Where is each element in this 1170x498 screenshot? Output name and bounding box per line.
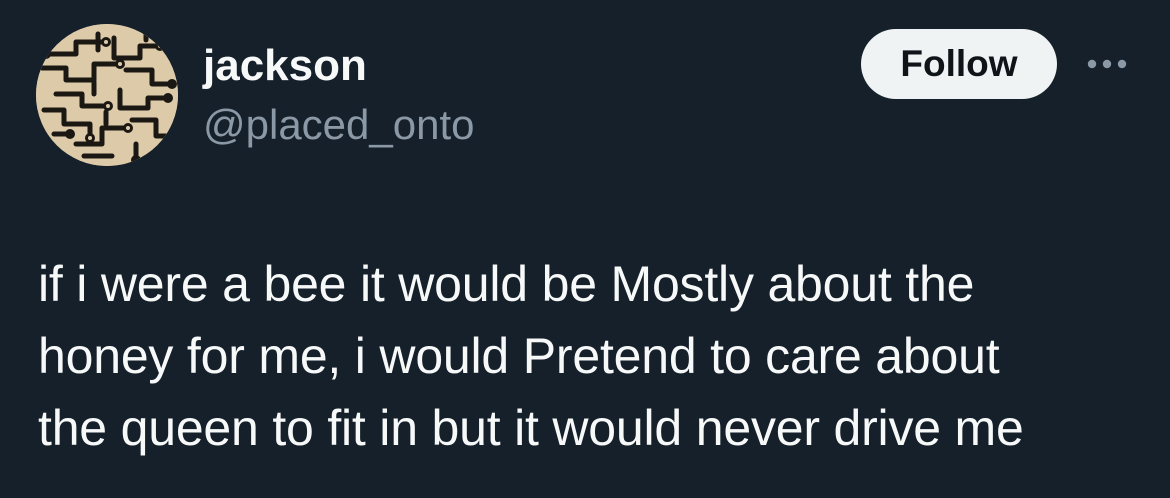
avatar[interactable] xyxy=(36,24,178,166)
circuit-pattern-icon xyxy=(36,24,178,166)
follow-button[interactable]: Follow xyxy=(861,29,1057,99)
author-display-name[interactable]: jackson xyxy=(203,40,367,92)
more-horizontal-icon xyxy=(1087,59,1127,69)
more-options-button[interactable] xyxy=(1082,44,1132,84)
tweet-text: if i were a bee it would be Mostly about… xyxy=(38,256,1024,456)
tweet-card: jackson @placed_onto Follow if i were a … xyxy=(0,0,1170,498)
author-handle[interactable]: @placed_onto xyxy=(203,99,475,151)
